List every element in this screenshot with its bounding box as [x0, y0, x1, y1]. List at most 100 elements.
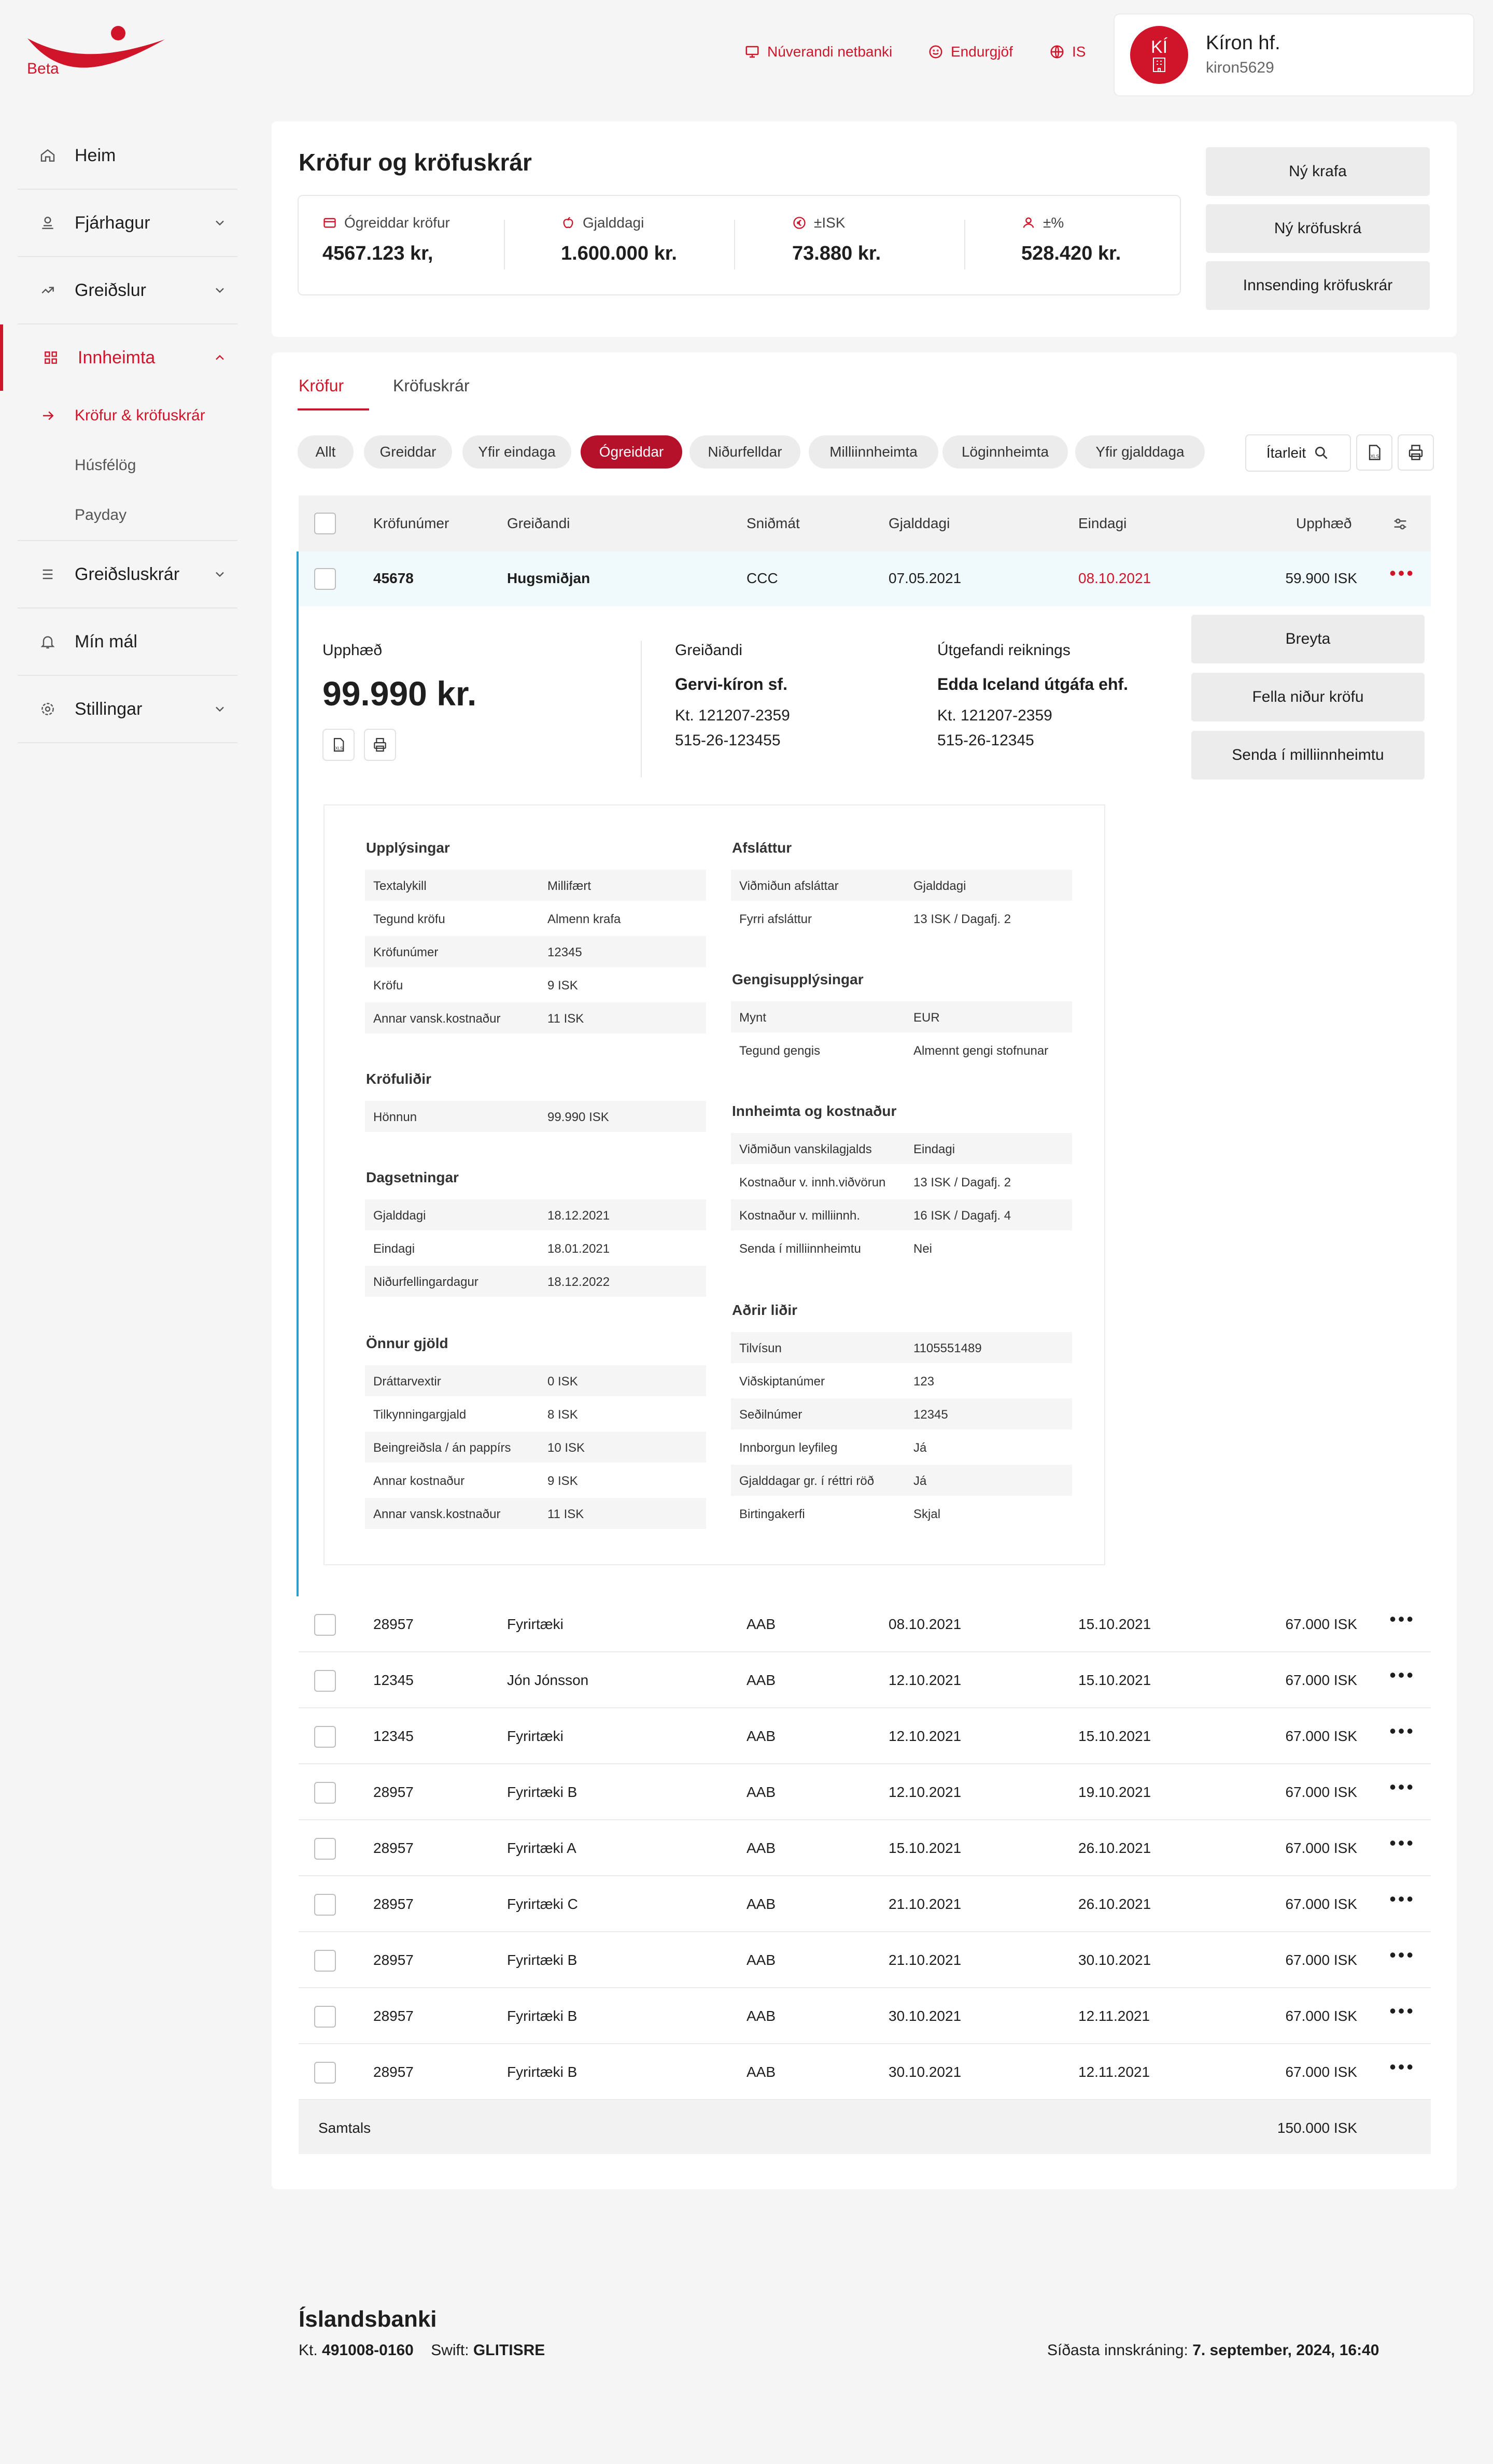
row-checkbox[interactable]	[314, 1670, 336, 1692]
detail-row: Viðskiptanúmer 123	[739, 1375, 935, 1389]
home-icon	[40, 149, 55, 162]
table-row[interactable]: 12345 Fyrirtæki AAB 12.10.2021 15.10.2021 67.…	[299, 1709, 1431, 1764]
table-row[interactable]: 28957 Fyrirtæki AAB 08.10.2021 15.10.2021 67.…	[299, 1597, 1431, 1652]
payer-name: Gervi-kíron sf.	[675, 675, 787, 693]
new-claim-file-button[interactable]: Ný kröfuskrá	[1206, 204, 1430, 253]
col-header-due[interactable]: Gjalddagi	[889, 515, 950, 532]
sidebar-sub-husfelog[interactable]: Húsfélög	[18, 441, 237, 490]
export-xls-button[interactable]: XLS	[1356, 434, 1392, 471]
send-to-collection-button[interactable]: Senda í milliinnheimtu	[1191, 731, 1425, 780]
issuer-name: Edda Iceland útgáfa ehf.	[937, 675, 1129, 693]
filter-greiddar[interactable]: Greiddar	[364, 435, 452, 469]
issuer-kt: Kt. 121207-2359	[937, 707, 1052, 724]
sidebar-sub-payday[interactable]: Payday	[18, 490, 237, 541]
filter-yfir-eindaga[interactable]: Yfir eindaga	[462, 435, 571, 469]
filter-loginnheimta[interactable]: Löginnheimta	[942, 435, 1068, 469]
row-checkbox[interactable]	[314, 1950, 336, 1972]
detail-print-button[interactable]	[364, 729, 396, 761]
section-title: Önnur gjöld	[366, 1335, 448, 1351]
filter-ogreiddar[interactable]: Ógreiddar	[581, 435, 682, 469]
detail-row: Annar vansk.kostnaður 11 ISK	[365, 1002, 706, 1033]
filter-milliinnheimta[interactable]: Milliinnheimta	[809, 435, 938, 469]
top-bar: Beta Núverandi netbanki Endurgjöf IS KÍ …	[0, 0, 1493, 110]
detail-row: Kostnaður v. innh.viðvörun 13 ISK / Dagaf…	[739, 1176, 1011, 1189]
more-actions-icon[interactable]: •••	[1389, 1722, 1415, 1740]
sidebar-sub-krofur[interactable]: Kröfur & kröfuskrár	[18, 391, 237, 441]
more-actions-icon[interactable]: •••	[1389, 1610, 1415, 1628]
filter-nidurfelldar[interactable]: Niðurfelldar	[689, 435, 800, 469]
row-checkbox[interactable]	[314, 2062, 336, 2084]
sidebar-item-min-mal[interactable]: Mín mál	[18, 608, 237, 676]
filter-allt[interactable]: Allt	[298, 435, 354, 469]
more-actions-icon[interactable]: •••	[1389, 2002, 1415, 2020]
sidebar-item-heim[interactable]: Heim	[18, 122, 237, 190]
table-row[interactable]: 12345 Jón Jónsson AAB 12.10.2021 15.10.2021 6…	[299, 1653, 1431, 1708]
col-header-number[interactable]: Kröfunúmer	[373, 515, 449, 532]
feedback-link[interactable]: Endurgjöf	[928, 44, 1013, 60]
tab-krofur[interactable]: Kröfur	[299, 376, 344, 395]
current-netbank-link[interactable]: Núverandi netbanki	[744, 44, 892, 60]
language-selector[interactable]: IS	[1049, 44, 1086, 60]
table-row[interactable]: 28957 Fyrirtæki A AAB 15.10.2021 26.10.2021 6…	[299, 1821, 1431, 1876]
sidebar-item-fjarhagur[interactable]: Fjárhagur	[18, 190, 237, 257]
stat-due: Gjalddagi 1.600.000 kr.	[561, 215, 677, 264]
row-checkbox[interactable]	[314, 2006, 336, 2028]
section-title: Gengisupplýsingar	[732, 971, 864, 987]
more-actions-icon[interactable]: •••	[1389, 1834, 1415, 1852]
more-actions-icon[interactable]: •••	[1389, 564, 1415, 583]
detail-row: Niðurfellingardagur 18.12.2022	[365, 1266, 706, 1297]
detail-row: Viðmiðun afsláttar Gjalddagi	[731, 870, 1072, 901]
row-checkbox[interactable]	[314, 1614, 336, 1636]
more-actions-icon[interactable]: •••	[1389, 1946, 1415, 1964]
detail-row: Birtingakerfi Skjal	[739, 1507, 941, 1521]
chevron-up-icon	[216, 355, 224, 360]
col-header-payer[interactable]: Greiðandi	[507, 515, 570, 532]
table-row[interactable]: 28957 Fyrirtæki B AAB 12.10.2021 19.10.2021 6…	[299, 1765, 1431, 1820]
detail-export-xls-button[interactable]: XLS	[322, 729, 355, 761]
row-checkbox[interactable]	[314, 1726, 336, 1748]
table-row-expanded[interactable]: 45678 Hugsmiðjan CCC 07.05.2021 08.10.20…	[299, 551, 1431, 606]
print-button[interactable]	[1398, 434, 1434, 471]
cancel-claim-button[interactable]: Fella niður kröfu	[1191, 673, 1425, 721]
sidebar-item-greidsluskrar[interactable]: Greiðsluskrár	[18, 541, 237, 608]
user-card[interactable]: KÍ Kíron hf. kiron5629	[1114, 13, 1474, 96]
stat-isk: ±ISK 73.880 kr.	[792, 215, 881, 264]
tab-krofuskrar[interactable]: Kröfuskrár	[393, 376, 470, 395]
section-title: Kröfuliðir	[366, 1071, 431, 1087]
row-checkbox[interactable]	[314, 1838, 336, 1860]
new-claim-button[interactable]: Ný krafa	[1206, 147, 1430, 196]
detail-amount-value: 99.990 kr.	[322, 674, 477, 713]
gear-icon	[41, 703, 54, 715]
table-row[interactable]: 28957 Fyrirtæki B AAB 30.10.2021 12.11.2021 6…	[299, 1989, 1431, 2044]
row-checkbox[interactable]	[314, 568, 336, 590]
sidebar-item-stillingar[interactable]: Stillingar	[18, 676, 237, 743]
detail-row: Senda í milliinnheimtu Nei	[739, 1242, 933, 1256]
detail-row: Eindagi 18.01.2021	[373, 1242, 610, 1256]
advanced-search-button[interactable]: Ítarleit	[1245, 434, 1351, 472]
filter-yfir-gjalddaga[interactable]: Yfir gjalddaga	[1075, 435, 1205, 469]
row-checkbox[interactable]	[314, 1782, 336, 1804]
detail-row: Annar kostnaður 9 ISK	[373, 1474, 578, 1488]
col-header-amount[interactable]: Upphæð	[1296, 515, 1351, 532]
edit-button[interactable]: Breyta	[1191, 615, 1425, 663]
issuer-label: Útgefandi reiknings	[937, 642, 1071, 659]
col-header-template[interactable]: Sniðmát	[746, 515, 800, 532]
submit-claim-file-button[interactable]: Innsending kröfuskrár	[1206, 261, 1430, 310]
section-title: Upplýsingar	[366, 840, 450, 856]
divider	[734, 220, 735, 270]
section-title: Dagsetningar	[366, 1169, 459, 1185]
col-header-final[interactable]: Eindagi	[1078, 515, 1126, 532]
more-actions-icon[interactable]: •••	[1389, 1890, 1415, 1908]
more-actions-icon[interactable]: •••	[1389, 1666, 1415, 1684]
more-actions-icon[interactable]: •••	[1389, 1778, 1415, 1796]
footer-bank-name: Íslandsbanki	[299, 2306, 437, 2332]
sidebar-item-innheimta[interactable]: Innheimta	[0, 324, 237, 391]
row-checkbox[interactable]	[314, 1894, 336, 1916]
table-row[interactable]: 28957 Fyrirtæki B AAB 21.10.2021 30.10.2021 6…	[299, 1933, 1431, 1988]
column-settings-icon[interactable]	[1391, 515, 1409, 533]
select-all-checkbox[interactable]	[314, 513, 336, 534]
table-row[interactable]: 28957 Fyrirtæki C AAB 21.10.2021 26.10.2021 6…	[299, 1877, 1431, 1932]
more-actions-icon[interactable]: •••	[1389, 2058, 1415, 2076]
sidebar-item-greidslur[interactable]: Greiðslur	[18, 257, 237, 324]
table-row[interactable]: 28957 Fyrirtæki B AAB 30.10.2021 12.11.2021 6…	[299, 2045, 1431, 2100]
